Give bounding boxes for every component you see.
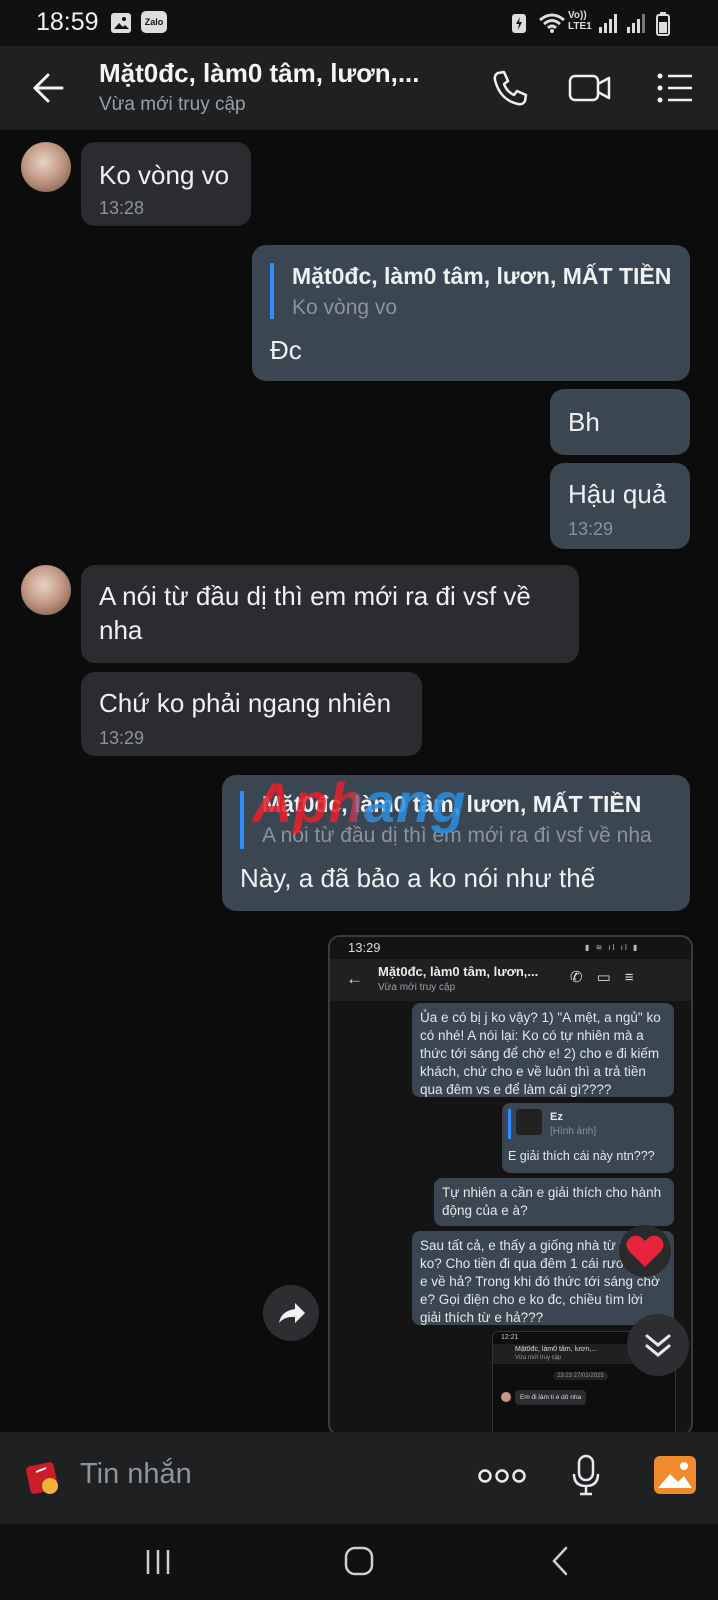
- scroll-to-bottom-button[interactable]: [627, 1314, 689, 1376]
- share-arrow-icon: [279, 1303, 305, 1323]
- gallery-notification-icon: [111, 13, 131, 33]
- outgoing-reply-bubble[interactable]: Mặt0đc, làm0 tâm, lươn, MẤT TIỀN A nói t…: [222, 775, 690, 911]
- back-arrow-icon[interactable]: [30, 70, 66, 106]
- shot-reply-message: Ez [Hình ảnh] E giải thích cái này ntn??…: [502, 1103, 674, 1173]
- incoming-message-bubble[interactable]: A nói từ đầu dị thì em mới ra đi vsf về …: [81, 565, 579, 663]
- more-options-icon[interactable]: [478, 1464, 526, 1488]
- home-icon[interactable]: [342, 1544, 376, 1578]
- message-text: Ko vòng vo: [99, 160, 230, 190]
- shot-status-time: 13:29: [348, 940, 381, 955]
- chevron-double-down-icon: [645, 1334, 671, 1357]
- wifi-icon: [539, 13, 565, 33]
- message-text: Này, a đã bảo a ko nói như thế: [240, 863, 596, 893]
- reaction-button[interactable]: [619, 1225, 671, 1277]
- shot-message: Tự nhiên a cần e giải thích cho hành độn…: [434, 1178, 674, 1226]
- contact-status: Vừa mới truy cập: [99, 94, 246, 115]
- message-time: 13:28: [99, 198, 145, 218]
- heart-icon: [626, 1235, 664, 1267]
- video-call-icon[interactable]: [568, 68, 612, 108]
- battery-saver-icon: [512, 14, 526, 33]
- incoming-message-bubble[interactable]: Chứ ko phải ngang nhiên 13:29: [81, 672, 422, 756]
- message-text: Đc: [270, 335, 302, 365]
- shot-back-icon: ←: [346, 969, 363, 988]
- photo-gallery-icon[interactable]: [652, 1454, 698, 1496]
- zalo-notification-icon: Zalo: [141, 11, 167, 33]
- message-time: 13:29: [99, 728, 145, 748]
- recent-apps-icon[interactable]: [142, 1546, 174, 1578]
- shot-subtitle: Vừa mới truy cập: [378, 982, 456, 993]
- sticker-icon[interactable]: [24, 1458, 64, 1498]
- forward-button[interactable]: [263, 1285, 319, 1341]
- signal-2-icon: [627, 14, 645, 33]
- incoming-message-bubble[interactable]: Ko vòng vo 13:28: [81, 142, 251, 226]
- message-input-bar: Tin nhắn: [0, 1432, 718, 1524]
- menu-list-icon[interactable]: [656, 68, 696, 108]
- message-text: Chứ ko phải ngang nhiên: [99, 688, 392, 718]
- contact-avatar[interactable]: [21, 565, 71, 615]
- message-text: Hậu quả: [568, 479, 667, 509]
- shot-status-icons: ▮ ≋ ıl ıl ▮: [585, 943, 640, 952]
- outgoing-reply-bubble[interactable]: Mặt0đc, làm0 tâm, lươn, MẤT TIỀN Ko vòng…: [252, 245, 690, 381]
- signal-icon: [599, 14, 617, 33]
- outgoing-message-bubble[interactable]: Hậu quả 13:29: [550, 463, 690, 549]
- quoted-message[interactable]: Mặt0đc, làm0 tâm, lươn, MẤT TIỀN Ko vòng…: [270, 263, 671, 319]
- quoted-sender: Mặt0đc, làm0 tâm, lươn, MẤT TIỀN: [262, 791, 642, 817]
- nav-back-icon[interactable]: [546, 1544, 574, 1578]
- shot-header: ← Mặt0đc, làm0 tâm, lươn,... Vừa mới tru…: [330, 959, 691, 1001]
- outgoing-message-bubble[interactable]: Bh: [550, 389, 690, 455]
- quoted-sender: Mặt0đc, làm0 tâm, lươn, MẤT TIỀN: [292, 263, 672, 289]
- message-text: A nói từ đầu dị thì em mới ra đi vsf về: [99, 581, 531, 611]
- shot-message: Ủa e có bị j ko vậy? 1) "A mệt, a ngủ" k…: [412, 1003, 674, 1097]
- message-text: Bh: [568, 407, 600, 437]
- battery-icon: [656, 12, 670, 36]
- status-time: 18:59: [36, 8, 99, 36]
- phone-call-icon[interactable]: [490, 68, 530, 108]
- system-nav-bar: [0, 1524, 718, 1600]
- message-list[interactable]: Ko vòng vo 13:28 Mặt0đc, làm0 tâm, lươn,…: [0, 130, 718, 1432]
- message-input[interactable]: Tin nhắn: [80, 1458, 192, 1491]
- chat-header: Mặt0đc, làm0 tâm, lươn,... Vừa mới truy …: [0, 46, 718, 130]
- microphone-icon[interactable]: [570, 1454, 602, 1498]
- contact-name[interactable]: Mặt0đc, làm0 tâm, lươn,...: [99, 58, 420, 89]
- shot-header-icons: ✆▭≡: [570, 969, 648, 986]
- message-text-cont: nha: [99, 615, 143, 645]
- shot-title: Mặt0đc, làm0 tâm, lươn,...: [378, 964, 539, 979]
- quoted-text: A nói từ đầu dị thì em mới ra đi vsf về …: [262, 824, 652, 847]
- quoted-message[interactable]: Mặt0đc, làm0 tâm, lươn, MẤT TIỀN A nói t…: [240, 791, 652, 849]
- contact-avatar[interactable]: [21, 142, 71, 192]
- volte-indicator: Vo)) LTE1: [568, 10, 592, 32]
- message-time: 13:29: [568, 519, 614, 539]
- quoted-text: Ko vòng vo: [292, 296, 398, 319]
- status-bar: 18:59 Zalo Vo)) LTE1: [0, 0, 718, 46]
